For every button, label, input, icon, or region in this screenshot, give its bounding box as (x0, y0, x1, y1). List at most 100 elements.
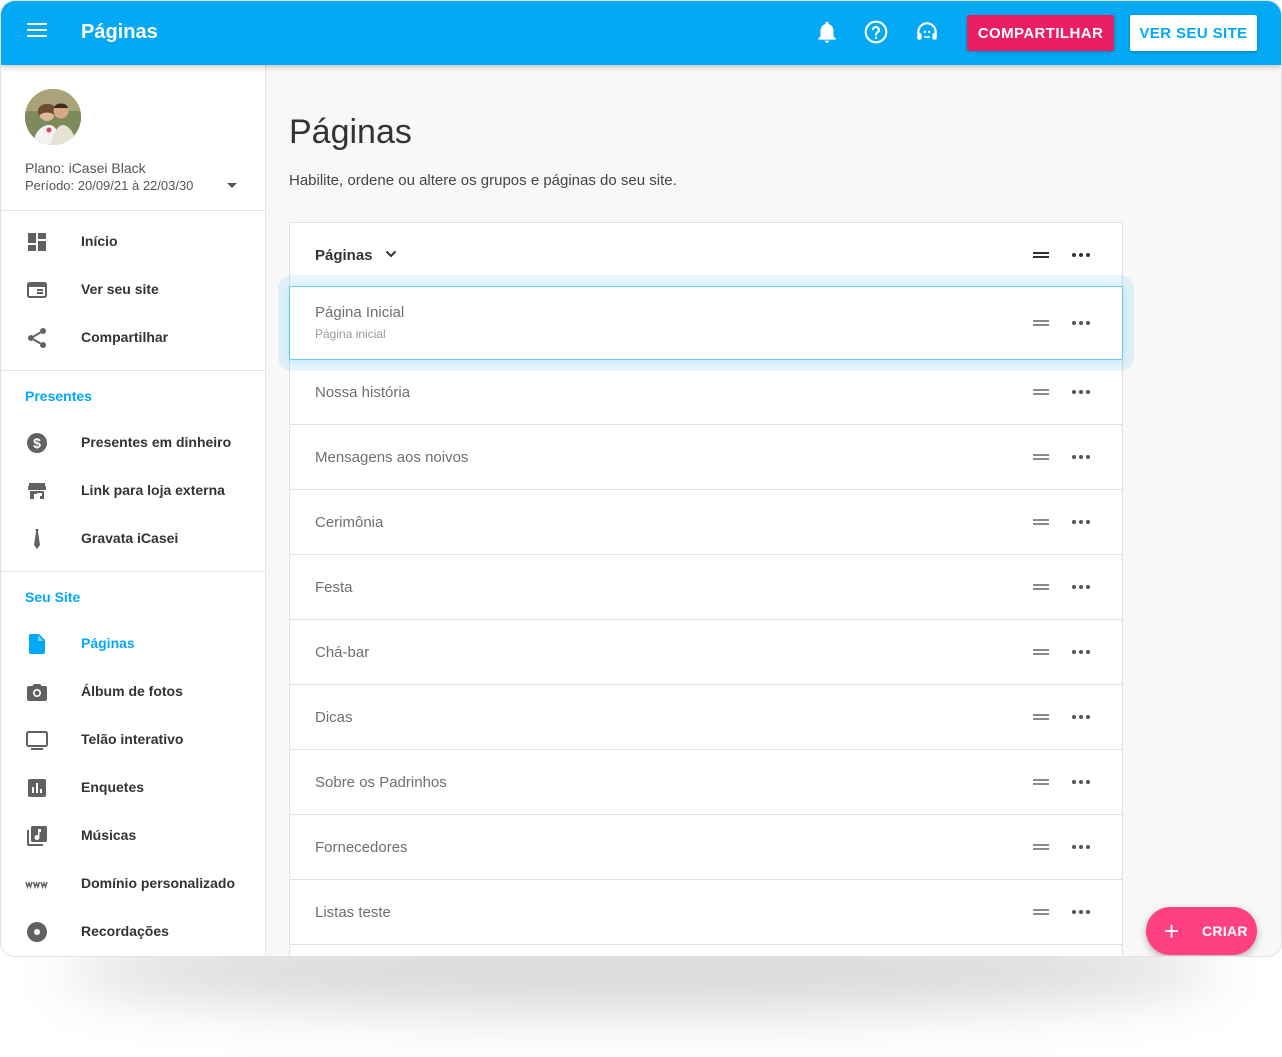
more-options-icon[interactable] (1072, 909, 1090, 915)
store-icon (25, 479, 49, 503)
sidebar-item-label: Enquetes (81, 779, 145, 795)
sidebar-item-compartilhar[interactable]: Compartilhar (1, 314, 265, 362)
help-icon[interactable] (863, 19, 891, 47)
drag-handle-icon[interactable] (1033, 584, 1049, 590)
page-row-label: Dicas (315, 709, 353, 726)
sidebar-item-enquetes[interactable]: Enquetes (1, 764, 265, 812)
sidebar-item-label: Domínio personalizado (81, 875, 236, 891)
sidebar-item-label: Ver seu site (81, 281, 159, 297)
page-row-sublabel: Página inicial (315, 327, 386, 341)
page-row (290, 944, 1122, 956)
more-options-icon[interactable] (1072, 519, 1090, 525)
page-subtitle: Habilite, ordene ou altere os grupos e p… (289, 172, 677, 189)
more-options-icon[interactable] (1072, 649, 1090, 655)
page-row[interactable]: Listas teste (290, 879, 1122, 944)
svg-text:$: $ (33, 435, 41, 451)
tie-icon (25, 527, 49, 551)
page-row-label: Cerimônia (315, 514, 384, 531)
sidebar-item-presentes-em-dinheiro[interactable]: $ Presentes em dinheiro (1, 419, 265, 467)
drag-handle-icon[interactable] (1033, 454, 1049, 460)
page-row[interactable]: Dicas (290, 684, 1122, 749)
drag-handle-icon[interactable] (1033, 389, 1049, 395)
more-options-icon[interactable] (1072, 252, 1090, 258)
section-title-seu-site: Seu Site (25, 589, 81, 605)
drag-handle-icon[interactable] (1033, 714, 1049, 720)
plus-icon: + (1164, 916, 1180, 946)
app-bar-title: Páginas (81, 21, 158, 43)
sidebar-item-paginas[interactable]: Páginas (1, 620, 265, 668)
chevron-down-icon[interactable] (384, 247, 398, 261)
plan-dropdown-icon[interactable] (227, 183, 237, 188)
music-icon (25, 824, 49, 848)
sidebar-item-dominio-personalizado[interactable]: Domínio personalizado (1, 860, 265, 908)
page-row[interactable]: Sobre os Padrinhos (290, 749, 1122, 814)
money-icon: $ (25, 431, 49, 455)
page-row-label: Festa (315, 579, 353, 596)
page-row[interactable]: Fornecedores (290, 814, 1122, 879)
sidebar-item-label: Link para loja externa (81, 482, 225, 498)
page-row[interactable]: Festa (290, 554, 1122, 619)
page-row[interactable]: Cerimônia (290, 489, 1122, 554)
www-icon (25, 872, 49, 896)
sidebar-item-label: Páginas (81, 635, 135, 651)
create-label: CRIAR (1202, 923, 1248, 939)
support-icon[interactable] (914, 19, 942, 47)
sidebar: Plano: iCasei Black Período: 20/09/21 à … (1, 65, 266, 956)
page-row[interactable]: Mensagens aos noivos (290, 424, 1122, 489)
page-row[interactable]: Chá-bar (290, 619, 1122, 684)
page-row-label: Fornecedores (315, 839, 408, 856)
more-options-icon[interactable] (1072, 779, 1090, 785)
top-app-bar: Páginas COMPARTILHAR VER SEU SITE (1, 1, 1281, 65)
page-row-label: Listas teste (315, 904, 391, 921)
more-options-icon[interactable] (1072, 454, 1090, 460)
menu-icon[interactable] (27, 23, 47, 39)
drag-handle-icon[interactable] (1033, 909, 1049, 915)
more-options-icon[interactable] (1072, 584, 1090, 590)
drag-handle-icon[interactable] (1033, 844, 1049, 850)
page-row-label: Chá-bar (315, 644, 370, 661)
sidebar-item-label: Telão interativo (81, 731, 184, 747)
app-window: Páginas COMPARTILHAR VER SEU SITE Plano:… (1, 1, 1281, 956)
plan-period: Período: 20/09/21 à 22/03/30 (25, 178, 194, 193)
page-row-label: Sobre os Padrinhos (315, 774, 447, 791)
page-row-label: Mensagens aos noivos (315, 449, 469, 466)
disc-icon (25, 920, 49, 944)
sidebar-item-link-loja-externa[interactable]: Link para loja externa (1, 467, 265, 515)
sidebar-item-recordacoes[interactable]: Recordações (1, 908, 265, 956)
page-title: Páginas (289, 113, 412, 151)
sidebar-item-album-de-fotos[interactable]: Álbum de fotos (1, 668, 265, 716)
view-site-button[interactable]: VER SEU SITE (1130, 15, 1257, 51)
create-fab[interactable]: + CRIAR (1146, 907, 1257, 955)
sidebar-item-label: Álbum de fotos (81, 683, 183, 699)
bell-icon[interactable] (814, 19, 842, 47)
share-button[interactable]: COMPARTILHAR (967, 15, 1114, 51)
drag-handle-icon[interactable] (1033, 649, 1049, 655)
drag-handle-icon[interactable] (1033, 519, 1049, 525)
plan-label: Plano: iCasei Black (25, 160, 146, 176)
sidebar-item-label: Presentes em dinheiro (81, 434, 232, 450)
sidebar-item-gravata-icasei[interactable]: Gravata iCasei (1, 515, 265, 563)
more-options-icon[interactable] (1072, 389, 1090, 395)
sidebar-item-label: Compartilhar (81, 329, 169, 345)
drag-handle-icon[interactable] (1033, 320, 1049, 326)
sidebar-item-ver-seu-site[interactable]: Ver seu site (1, 266, 265, 314)
more-options-icon[interactable] (1072, 320, 1090, 326)
sidebar-divider (1, 370, 265, 371)
avatar[interactable] (25, 89, 81, 145)
page-row-pagina-inicial[interactable]: Página Inicial Página inicial (289, 286, 1123, 360)
poll-icon (25, 776, 49, 800)
more-options-icon[interactable] (1072, 714, 1090, 720)
group-label: Páginas (315, 247, 373, 264)
sidebar-item-inicio[interactable]: Início (1, 218, 265, 266)
sidebar-item-label: Gravata iCasei (81, 530, 179, 546)
drag-handle-icon[interactable] (1033, 779, 1049, 785)
web-icon (25, 278, 49, 302)
sidebar-divider (1, 571, 265, 572)
sidebar-item-label: Recordações (81, 923, 169, 939)
page-row-label: Página Inicial (315, 304, 405, 321)
sidebar-item-musicas[interactable]: Músicas (1, 812, 265, 860)
drag-handle-icon[interactable] (1033, 252, 1049, 258)
share-icon (25, 326, 49, 350)
more-options-icon[interactable] (1072, 844, 1090, 850)
sidebar-item-telao-interativo[interactable]: Telão interativo (1, 716, 265, 764)
